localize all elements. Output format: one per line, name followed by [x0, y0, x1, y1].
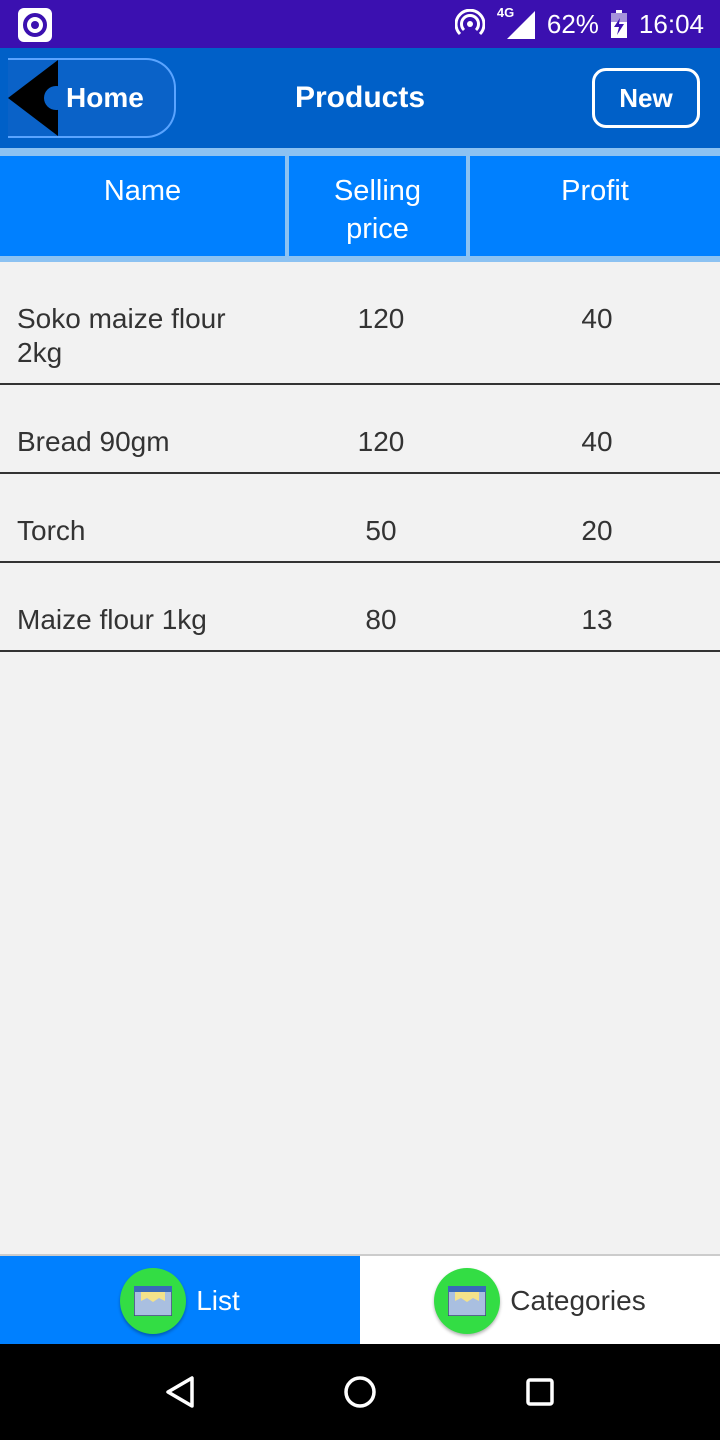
- app-bar: Home Products New: [0, 48, 720, 148]
- new-button[interactable]: New: [592, 68, 700, 128]
- hotspot-icon: [454, 9, 485, 36]
- folder-categories-icon: [434, 1268, 501, 1334]
- network-indicator: 4G: [497, 5, 535, 39]
- cell-selling-price: 80: [365, 604, 397, 635]
- column-header-selling-price-label: Selling price: [333, 175, 422, 245]
- clock: 16:04: [638, 8, 704, 39]
- cell-profit: 20: [581, 515, 613, 546]
- target-app-icon: [18, 8, 52, 42]
- cell-selling-price: 50: [365, 515, 397, 546]
- nav-recents-icon[interactable]: [518, 1370, 562, 1414]
- cell-selling-price: 120: [357, 426, 405, 457]
- nav-back-icon[interactable]: [158, 1370, 202, 1414]
- status-bar: 4G 62% 16:04: [0, 0, 720, 48]
- tab-list[interactable]: List: [0, 1256, 360, 1346]
- table-row[interactable]: Torch 50 20: [0, 474, 720, 563]
- status-icons: 4G 62% 16:04: [454, 0, 704, 48]
- cell-selling-price: 120: [357, 303, 405, 334]
- cell-name: Soko maize flour 2kg: [17, 303, 226, 368]
- table-row[interactable]: Maize flour 1kg 80 13: [0, 563, 720, 652]
- cell-name: Maize flour 1kg: [17, 604, 207, 635]
- cell-profit: 40: [581, 426, 613, 457]
- column-header-profit[interactable]: Profit: [470, 156, 720, 256]
- nav-home-icon[interactable]: [338, 1370, 382, 1414]
- table-row[interactable]: Bread 90gm 120 40: [0, 385, 720, 474]
- signal-icon: [506, 11, 535, 39]
- cell-name: Bread 90gm: [17, 426, 170, 457]
- tab-categories[interactable]: Categories: [360, 1256, 720, 1346]
- battery-percent: 62%: [546, 8, 599, 39]
- cell-profit: 13: [581, 604, 613, 635]
- system-nav-bar: [0, 1344, 720, 1440]
- app-bar-divider: [0, 148, 720, 156]
- table-header: Name Selling price Profit: [0, 156, 720, 258]
- bottom-tab-bar: List Categories: [0, 1254, 720, 1346]
- cell-name: Torch: [17, 515, 86, 546]
- column-header-selling-price[interactable]: Selling price: [289, 156, 466, 256]
- cell-profit: 40: [581, 303, 613, 334]
- folder-list-icon: [120, 1268, 187, 1334]
- tab-categories-label: Categories: [510, 1285, 646, 1316]
- battery-charging-icon: [610, 10, 627, 38]
- tab-list-label: List: [196, 1285, 240, 1316]
- table-row[interactable]: Soko maize flour 2kg 120 40: [0, 262, 720, 385]
- column-header-name[interactable]: Name: [0, 156, 285, 256]
